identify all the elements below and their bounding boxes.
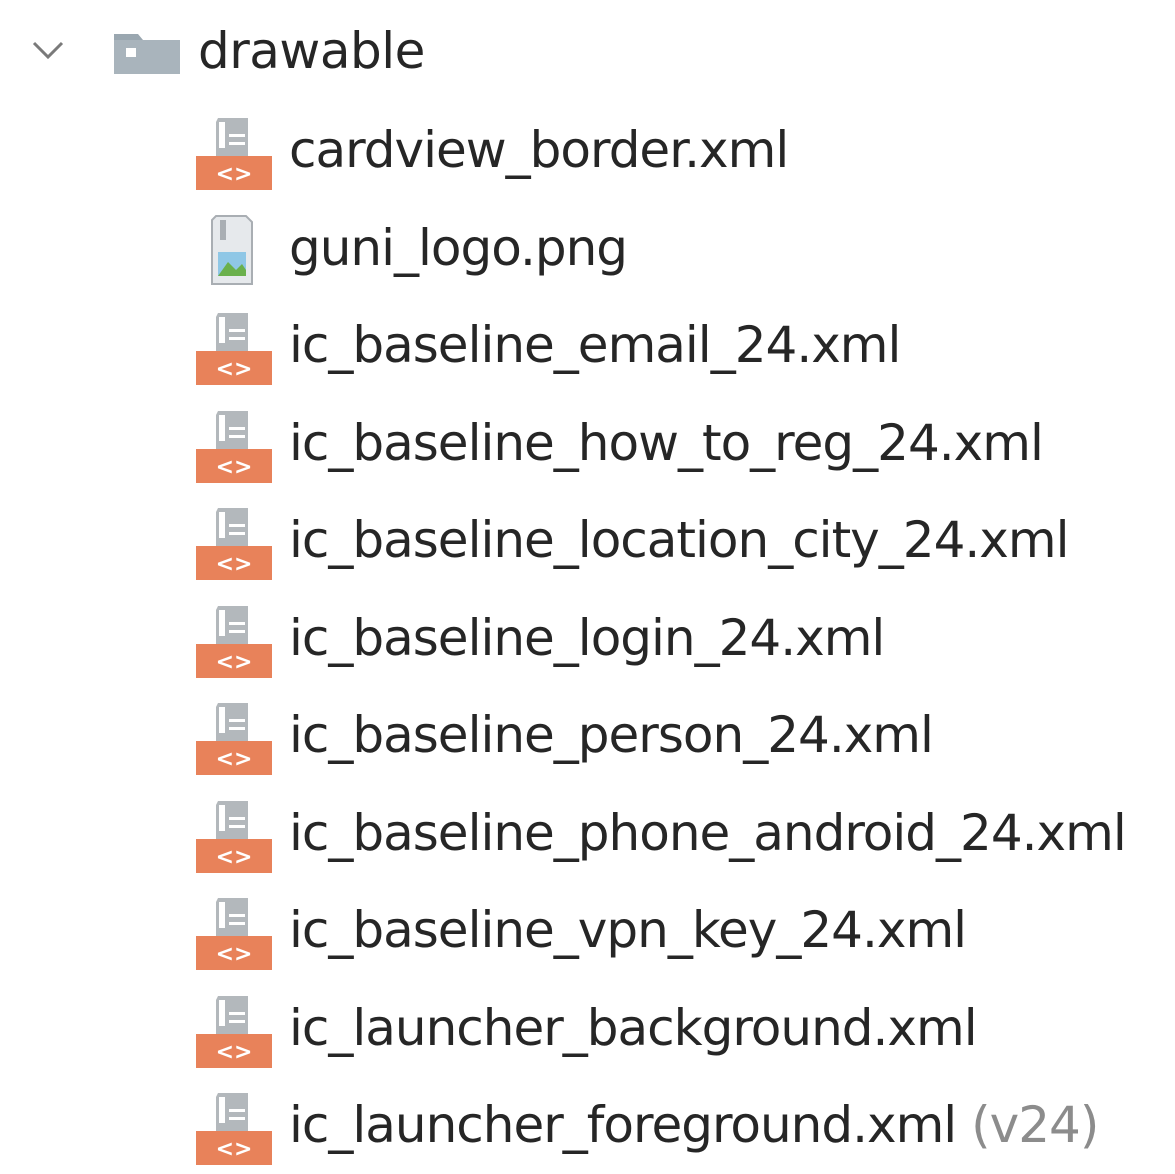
file-name: ic_baseline_person_24.xml (289, 706, 934, 764)
tree-file-item[interactable]: <> ic_baseline_phone_android_24.xml (0, 785, 1175, 882)
file-name: ic_launcher_foreground.xml (289, 1096, 957, 1154)
tree-file-item[interactable]: guni_logo.png (0, 200, 1175, 297)
svg-text:<>: <> (216, 747, 253, 772)
file-name: ic_baseline_login_24.xml (289, 608, 885, 667)
xml-file-icon: <> (196, 311, 272, 385)
tree-file-item[interactable]: <> ic_baseline_location_city_24.xml (0, 492, 1175, 589)
tree-file-item[interactable]: <> ic_baseline_email_24.xml (0, 297, 1175, 394)
folder-icon (114, 34, 180, 74)
image-file-icon (196, 214, 272, 288)
tree-file-item[interactable]: <> ic_baseline_person_24.xml (0, 687, 1175, 784)
svg-text:<>: <> (216, 650, 253, 675)
tree-file-item[interactable]: <> ic_baseline_how_to_reg_24.xml (0, 395, 1175, 492)
xml-file-icon: <> (196, 409, 272, 483)
file-name-label: ic_baseline_email_24.xml (289, 316, 901, 374)
file-name: ic_baseline_phone_android_24.xml (289, 803, 1127, 862)
svg-text:<>: <> (216, 162, 253, 187)
xml-file-icon: <> (196, 116, 272, 190)
chevron-down-icon[interactable] (28, 35, 68, 65)
svg-text:<>: <> (216, 845, 253, 870)
file-name: ic_baseline_vpn_key_24.xml (289, 901, 967, 959)
xml-file-icon: <> (196, 604, 272, 678)
file-name-label: ic_baseline_how_to_reg_24.xml (289, 413, 1044, 472)
file-name-label: cardview_border.xml (289, 121, 789, 179)
xml-file-icon: <> (196, 506, 272, 580)
xml-file-icon: <> (196, 701, 272, 775)
tree-file-item[interactable]: <> ic_launcher_background.xml (0, 980, 1175, 1077)
xml-file-icon: <> (196, 1091, 272, 1165)
project-tree: drawable <> cardview_border.xml guni_log… (0, 0, 1175, 1165)
file-name: ic_baseline_email_24.xml (289, 316, 901, 374)
file-name-label: ic_baseline_vpn_key_24.xml (289, 901, 967, 959)
tree-file-item[interactable]: <> ic_baseline_vpn_key_24.xml (0, 882, 1175, 979)
folder-label: drawable (198, 22, 425, 80)
file-name-label: ic_baseline_phone_android_24.xml (289, 803, 1127, 862)
svg-text:<>: <> (216, 1040, 253, 1065)
file-name-label: ic_launcher_foreground.xml (v24) (289, 1096, 1099, 1154)
file-name-label: guni_logo.png (289, 218, 628, 277)
file-name: ic_baseline_how_to_reg_24.xml (289, 413, 1044, 472)
svg-text:<>: <> (216, 552, 253, 577)
xml-file-icon: <> (196, 896, 272, 970)
file-qualifier: (v24) (971, 1096, 1099, 1154)
tree-file-item[interactable]: <> ic_baseline_login_24.xml (0, 590, 1175, 687)
file-name: ic_baseline_location_city_24.xml (289, 511, 1069, 569)
file-name: guni_logo.png (289, 218, 628, 277)
svg-text:<>: <> (216, 357, 253, 382)
file-name-label: ic_baseline_login_24.xml (289, 608, 885, 667)
xml-file-icon: <> (196, 799, 272, 873)
svg-text:<>: <> (216, 942, 253, 967)
tree-folder-drawable[interactable]: drawable (0, 3, 1175, 100)
tree-file-item[interactable]: <> cardview_border.xml (0, 102, 1175, 199)
svg-text:<>: <> (216, 455, 253, 480)
xml-file-icon: <> (196, 994, 272, 1068)
file-name-label: ic_launcher_background.xml (289, 998, 978, 1057)
file-name: cardview_border.xml (289, 121, 789, 179)
file-name-label: ic_baseline_person_24.xml (289, 706, 934, 764)
file-name-label: ic_baseline_location_city_24.xml (289, 511, 1069, 569)
tree-file-item[interactable]: <> ic_launcher_foreground.xml (v24) (0, 1077, 1175, 1174)
file-name: ic_launcher_background.xml (289, 998, 978, 1057)
